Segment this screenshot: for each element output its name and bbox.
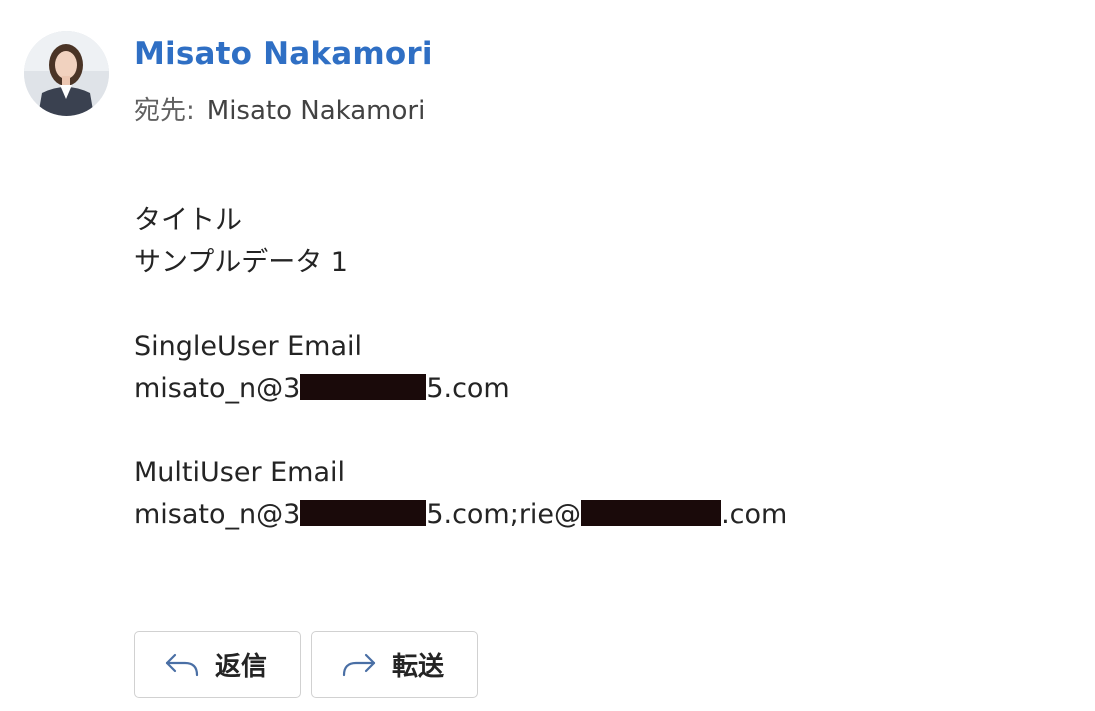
reply-label: 返信 [215,652,268,682]
multi-email-suffix: .com [721,499,788,530]
forward-button[interactable]: 転送 [311,631,478,698]
title-value: サンプルデータ 1 [134,247,348,278]
multi-user-section: MultiUser Email misato_n@3 5.com;rie@ .com [134,452,787,536]
reply-button[interactable]: 返信 [134,631,301,698]
forward-label: 転送 [392,652,445,682]
avatar[interactable] [24,31,109,116]
multi-email-middle: 5.com;rie@ [426,499,582,530]
title-section: タイトル サンプルデータ 1 [134,200,787,284]
message-body: タイトル サンプルデータ 1 SingleUser Email misato_n… [134,200,787,536]
email-reading-pane: Misato Nakamori 宛先: Misato Nakamori タイトル … [0,0,1095,711]
redaction-bar [300,500,427,526]
sender-name[interactable]: Misato Nakamori [134,36,433,72]
to-label: 宛先: [134,96,195,126]
recipient-line: 宛先: Misato Nakamori [134,90,425,127]
message-actions: 返信 転送 [134,631,478,698]
single-email-suffix: 5.com [426,373,510,404]
reply-arrow-icon [163,650,201,680]
single-user-email[interactable]: misato_n@3 5.com [134,368,787,410]
redaction-bar [300,374,427,400]
forward-arrow-icon [340,650,378,680]
redaction-bar [581,500,722,526]
profile-photo-icon [24,31,109,116]
title-label: タイトル [134,205,242,236]
multi-user-email[interactable]: misato_n@3 5.com;rie@ .com [134,494,787,536]
single-user-label: SingleUser Email [134,331,363,362]
multi-user-label: MultiUser Email [134,457,346,488]
recipient-name[interactable]: Misato Nakamori [207,96,426,126]
single-user-section: SingleUser Email misato_n@3 5.com [134,326,787,410]
single-email-prefix: misato_n@3 [134,373,301,404]
multi-email-prefix: misato_n@3 [134,499,301,530]
